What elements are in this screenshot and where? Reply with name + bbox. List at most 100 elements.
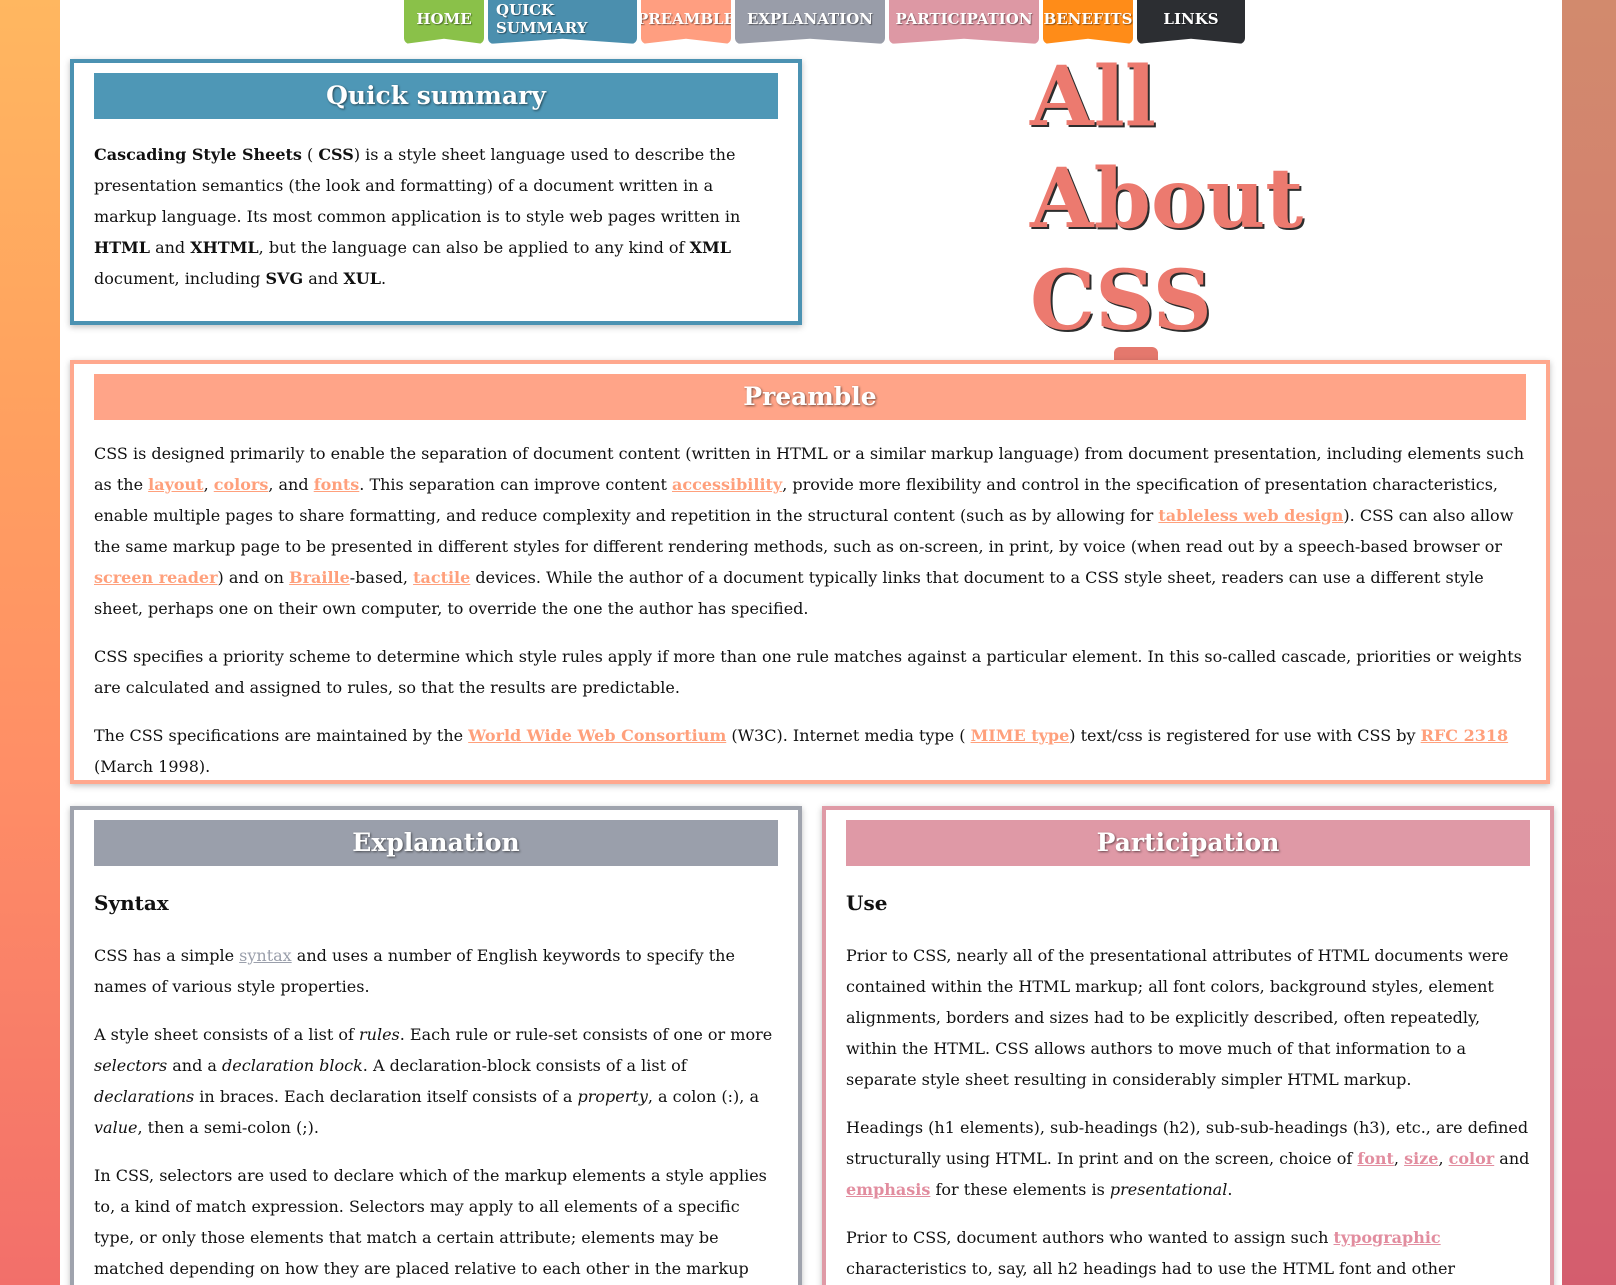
link-layout[interactable]: layout (148, 475, 203, 494)
explanation-paragraph-2: A style sheet consists of a list of rule… (94, 1019, 778, 1143)
text: . Each rule or rule-set consists of one … (399, 1025, 773, 1044)
text: , then a semi-colon (;). (137, 1118, 319, 1137)
participation-paragraph-1: Prior to CSS, nearly all of the presenta… (846, 946, 1509, 1089)
term-declarations: declarations (94, 1087, 195, 1106)
main-nav: HOME QUICK SUMMARY PREAMBLE EXPLANATION … (404, 0, 1245, 44)
term-declaration-block: declaration block (222, 1056, 363, 1075)
link-accessibility[interactable]: accessibility (672, 475, 782, 494)
text: (March 1998). (94, 757, 211, 776)
text: for these elements is (930, 1180, 1110, 1199)
text: , (203, 475, 214, 494)
nav-participation[interactable]: PARTICIPATION (889, 0, 1039, 44)
text: , (1438, 1149, 1449, 1168)
quick-summary-body: Cascading Style Sheets ( CSS) is a style… (74, 119, 798, 294)
background-gradient-right (1562, 0, 1616, 1285)
text: . (381, 269, 387, 288)
term-svg: SVG (265, 269, 304, 288)
explanation-paragraph-1: CSS has a simple syntax and uses a numbe… (94, 940, 778, 1002)
link-w3c[interactable]: World Wide Web Consortium (468, 726, 726, 745)
term-css-full: Cascading Style Sheets (94, 145, 302, 164)
term-rules: rules (359, 1025, 400, 1044)
link-braille[interactable]: Braille (289, 568, 350, 587)
text: A style sheet consists of a list of (94, 1025, 359, 1044)
link-tableless-web-design[interactable]: tableless web design (1158, 506, 1343, 525)
link-mime-type[interactable]: MIME type (971, 726, 1070, 745)
nav-benefits[interactable]: BENEFITS (1043, 0, 1133, 44)
text: -based, (349, 568, 414, 587)
link-font[interactable]: font (1357, 1149, 1394, 1168)
link-fonts[interactable]: fonts (314, 475, 360, 494)
explanation-panel: Explanation Syntax CSS has a simple synt… (70, 806, 802, 1285)
term-property: property (577, 1087, 648, 1106)
quick-summary-paragraph: Cascading Style Sheets ( CSS) is a style… (94, 139, 778, 294)
preamble-paragraph-1: CSS is designed primarily to enable the … (94, 438, 1526, 624)
text: and (1494, 1149, 1530, 1168)
link-size[interactable]: size (1404, 1149, 1438, 1168)
text: Prior to CSS, document authors who wante… (846, 1228, 1334, 1247)
link-tactile[interactable]: tactile (413, 568, 470, 587)
link-rfc-2318[interactable]: RFC 2318 (1421, 726, 1509, 745)
text: and a (167, 1056, 223, 1075)
link-color[interactable]: color (1449, 1149, 1495, 1168)
text: . This separation can improve content (359, 475, 672, 494)
link-syntax[interactable]: syntax (239, 946, 292, 965)
participation-paragraph-3: Prior to CSS, document authors who wante… (846, 1222, 1530, 1285)
participation-panel: Participation Use Prior to CSS, nearly a… (822, 806, 1554, 1285)
link-emphasis[interactable]: emphasis (846, 1180, 930, 1199)
nav-home[interactable]: HOME (404, 0, 484, 44)
title-line-2: About (1030, 151, 1304, 247)
text: CSS has a simple (94, 946, 240, 965)
text: in braces. Each declaration itself consi… (194, 1087, 578, 1106)
term-xhtml: XHTML (190, 238, 259, 257)
term-xul: XUL (343, 269, 382, 288)
preamble-paragraph-2: CSS specifies a priority scheme to deter… (94, 647, 1522, 697)
preamble-heading: Preamble (94, 374, 1526, 420)
text: ( (301, 145, 319, 164)
preamble-panel: Preamble CSS is designed primarily to en… (70, 360, 1550, 784)
text: . (1227, 1180, 1233, 1199)
participation-heading: Participation (846, 820, 1530, 866)
title-line-3: CSS (1030, 253, 1212, 349)
preamble-tab-marker (1114, 347, 1158, 361)
syntax-subheading: Syntax (94, 891, 169, 915)
nav-explanation[interactable]: EXPLANATION (735, 0, 885, 44)
text: , a colon (:), a (647, 1087, 759, 1106)
link-screen-reader[interactable]: screen reader (94, 568, 218, 587)
title-line-1: All (1030, 49, 1156, 145)
text: , but the language can also be applied t… (258, 238, 690, 257)
text: characteristics to, say, all h2 headings… (846, 1259, 1456, 1278)
text: , and (268, 475, 314, 494)
term-html: HTML (94, 238, 150, 257)
nav-quick-summary[interactable]: QUICK SUMMARY (488, 0, 637, 44)
term-selectors: selectors (94, 1056, 168, 1075)
page-title: All About CSS (1030, 46, 1303, 352)
term-css: CSS (318, 145, 354, 164)
text: ) text/css is registered for use with CS… (1069, 726, 1421, 745)
explanation-paragraph-3: In CSS, selectors are used to declare wh… (94, 1166, 767, 1278)
text: ) and on (217, 568, 290, 587)
nav-links[interactable]: LINKS (1137, 0, 1245, 44)
page-content: HOME QUICK SUMMARY PREAMBLE EXPLANATION … (60, 0, 1562, 1285)
explanation-body: Syntax CSS has a simple syntax and uses … (74, 888, 798, 1285)
quick-summary-heading: Quick summary (94, 73, 778, 119)
term-value: value (94, 1118, 138, 1137)
use-subheading: Use (846, 891, 888, 915)
explanation-heading: Explanation (94, 820, 778, 866)
quick-summary-panel: Quick summary Cascading Style Sheets ( C… (70, 59, 802, 325)
preamble-body: CSS is designed primarily to enable the … (74, 420, 1546, 782)
term-presentational: presentational (1109, 1180, 1228, 1199)
text: (W3C). Internet media type ( (726, 726, 971, 745)
term-xml: XML (689, 238, 731, 257)
text: , (1393, 1149, 1405, 1168)
participation-paragraph-2: Headings (h1 elements), sub-headings (h2… (846, 1112, 1530, 1205)
participation-body: Use Prior to CSS, nearly all of the pres… (826, 888, 1550, 1285)
text: The CSS specifications are maintained by… (94, 726, 469, 745)
text: and (303, 269, 344, 288)
nav-preamble[interactable]: PREAMBLE (641, 0, 731, 44)
text: and (149, 238, 191, 257)
text: document, including (94, 269, 266, 288)
text: . A declaration-block consists of a list… (362, 1056, 687, 1075)
link-colors[interactable]: colors (214, 475, 269, 494)
link-typographic[interactable]: typographic (1334, 1228, 1441, 1247)
preamble-paragraph-3: The CSS specifications are maintained by… (94, 720, 1526, 782)
